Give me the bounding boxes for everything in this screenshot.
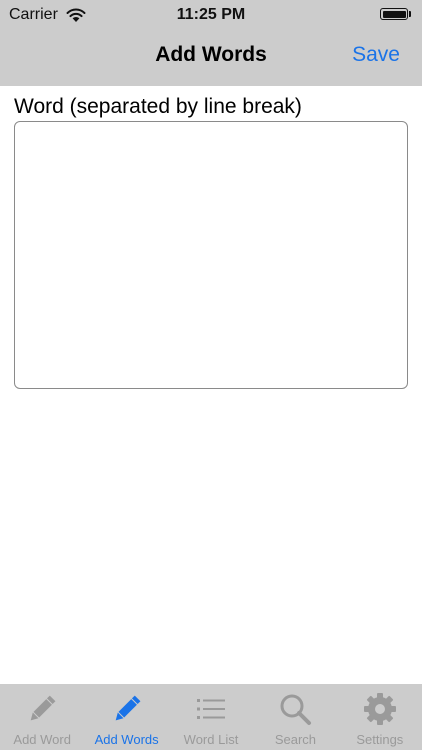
tab-label: Settings <box>356 732 404 747</box>
pencil-icon <box>115 695 141 721</box>
list-icon <box>197 699 226 719</box>
search-icon <box>280 694 312 725</box>
battery-icon <box>380 8 408 20</box>
pencil-icon <box>30 695 56 721</box>
words-field-label: Word (separated by line break) <box>14 95 302 118</box>
tab-search[interactable]: Search <box>253 684 337 750</box>
tab-label: Search <box>274 732 317 747</box>
gear-icon <box>363 693 396 725</box>
status-time: 11:25 PM <box>176 6 246 23</box>
tab-add-word[interactable]: Add Word <box>0 684 84 750</box>
tab-add-words[interactable]: Add Words <box>84 684 168 750</box>
tab-bar: Add Word Add Words Word List Search Sett… <box>0 684 422 750</box>
save-button[interactable]: Save <box>352 43 400 67</box>
battery-level <box>382 10 406 18</box>
status-bar: Carrier 11:25 PM <box>0 0 422 30</box>
tab-label: Word List <box>183 732 239 747</box>
tab-word-list[interactable]: Word List <box>169 684 253 750</box>
tab-label: Add Word <box>13 732 71 747</box>
battery-tip <box>409 11 411 17</box>
words-textarea[interactable] <box>14 121 408 389</box>
header: Carrier 11:25 PM Add Words Save <box>0 0 422 86</box>
tab-settings[interactable]: Settings <box>338 684 422 750</box>
tab-label: Add Words <box>94 732 159 747</box>
